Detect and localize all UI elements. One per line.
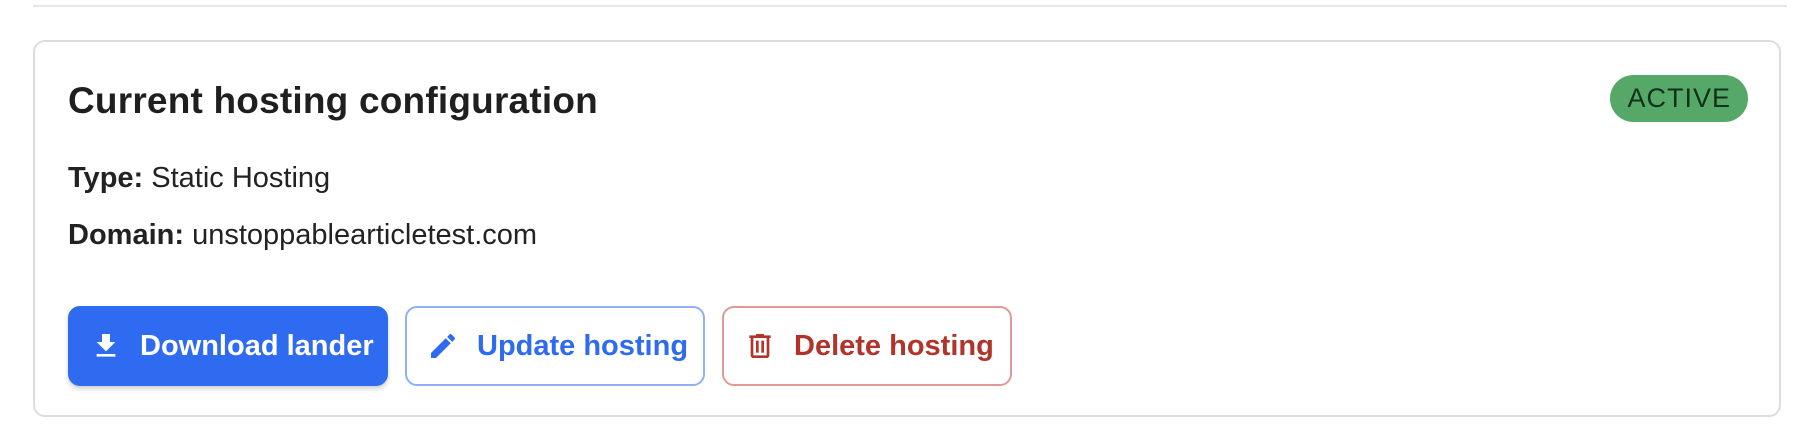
- download-lander-button[interactable]: Download lander: [68, 306, 388, 386]
- hosting-config-card: Current hosting configuration ACTIVE Typ…: [33, 40, 1781, 417]
- card-title: Current hosting configuration: [68, 80, 598, 121]
- delete-hosting-label: Delete hosting: [794, 329, 994, 362]
- delete-hosting-button[interactable]: Delete hosting: [722, 306, 1012, 386]
- top-divider: [33, 5, 1787, 7]
- action-buttons: Download lander Update hosting Delete ho…: [68, 306, 1012, 386]
- status-badge: ACTIVE: [1610, 75, 1748, 122]
- domain-label: Domain:: [68, 219, 184, 251]
- download-lander-label: Download lander: [140, 329, 374, 362]
- download-icon: [90, 330, 122, 362]
- trash-icon: [744, 330, 776, 362]
- domain-value: unstoppablearticletest.com: [192, 219, 538, 251]
- update-hosting-label: Update hosting: [477, 329, 689, 362]
- update-hosting-button[interactable]: Update hosting: [405, 306, 705, 386]
- pencil-icon: [427, 330, 459, 362]
- type-value: Static Hosting: [151, 162, 331, 194]
- domain-row: Domain: unstoppablearticletest.com: [68, 219, 537, 252]
- type-row: Type: Static Hosting: [68, 162, 330, 195]
- type-label: Type:: [68, 162, 144, 194]
